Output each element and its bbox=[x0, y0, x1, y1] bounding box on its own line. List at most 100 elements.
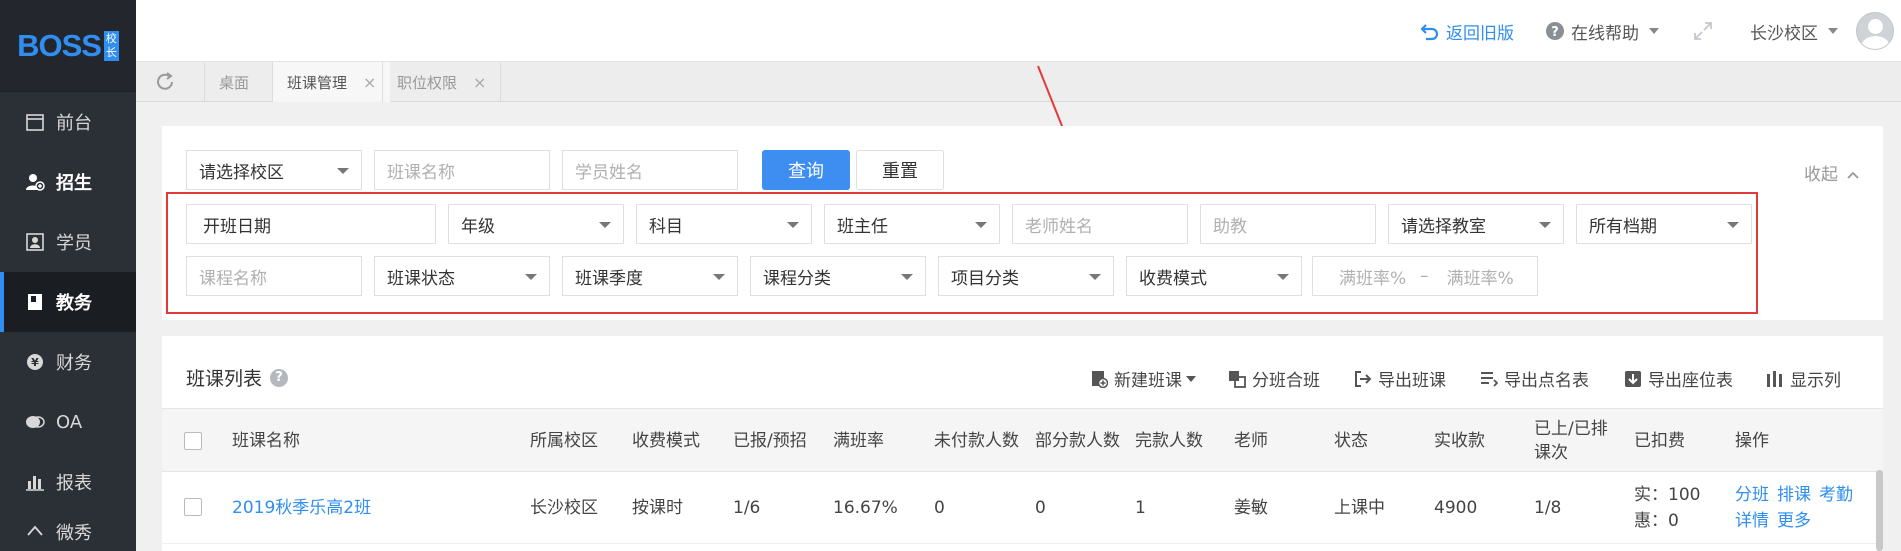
sidebar-item-reports[interactable]: 报表 bbox=[0, 452, 136, 512]
sidebar-item-frontdesk[interactable]: 前台 bbox=[0, 92, 136, 152]
start-date-picker[interactable]: 开班日期 bbox=[186, 204, 436, 244]
logo-badge: 校 长 bbox=[103, 30, 119, 61]
svg-text:?: ? bbox=[1551, 25, 1559, 40]
tab-label: 职位权限 bbox=[397, 73, 458, 92]
column-header[interactable]: 班课名称 bbox=[232, 409, 300, 473]
column-header[interactable]: 已报/预招 bbox=[733, 409, 807, 473]
subject-select[interactable]: 科目 bbox=[636, 204, 812, 244]
collapse-toggle[interactable]: 收起 bbox=[1804, 160, 1860, 185]
show-columns-button[interactable]: 显示列 bbox=[1766, 366, 1841, 391]
column-header[interactable]: 满班率 bbox=[833, 409, 884, 473]
op-more[interactable]: 更多 bbox=[1777, 508, 1811, 534]
tab-class-management[interactable]: 班课管理 × bbox=[272, 62, 391, 102]
column-header[interactable]: 未付款人数 bbox=[934, 409, 1019, 473]
chevron-down-icon bbox=[901, 274, 913, 280]
reset-button[interactable]: 重置 bbox=[856, 150, 944, 190]
campus-select[interactable]: 请选择校区 bbox=[186, 150, 362, 190]
class-status-select[interactable]: 班课状态 bbox=[374, 256, 550, 296]
campus-switcher[interactable]: 长沙校区 bbox=[1750, 0, 1838, 62]
sidebar-item-students[interactable]: 学员 bbox=[0, 212, 136, 272]
grade-select[interactable]: 年级 bbox=[448, 204, 624, 244]
class-name-placeholder: 班课名称 bbox=[387, 162, 455, 183]
sessions-cell: 1/8 bbox=[1534, 498, 1562, 518]
split-merge-label: 分班合班 bbox=[1252, 371, 1320, 391]
rate-to-input[interactable]: 满班率% bbox=[1447, 264, 1514, 289]
chevron-down-icon bbox=[1186, 375, 1196, 382]
seat-export-icon bbox=[1624, 370, 1642, 388]
fullscreen-button[interactable] bbox=[1692, 0, 1714, 62]
column-header[interactable]: 完款人数 bbox=[1135, 409, 1203, 473]
tab-desktop[interactable]: 桌面 bbox=[204, 62, 263, 102]
column-header[interactable]: 所属校区 bbox=[530, 409, 598, 473]
new-class-button[interactable]: 新建班课 bbox=[1090, 366, 1196, 391]
project-category-select[interactable]: 项目分类 bbox=[938, 256, 1114, 296]
sidebar-item-weixiu[interactable]: 微秀 bbox=[0, 512, 136, 551]
class-season-value: 班课季度 bbox=[575, 268, 643, 289]
export-class-button[interactable]: 导出班课 bbox=[1354, 366, 1446, 391]
select-all-checkbox[interactable] bbox=[184, 432, 202, 450]
user-avatar[interactable] bbox=[1856, 0, 1894, 62]
sidebar-item-academic[interactable]: 教务 bbox=[0, 272, 136, 332]
column-header[interactable]: 状态 bbox=[1334, 409, 1368, 473]
fee-mode-select[interactable]: 收费模式 bbox=[1126, 256, 1302, 296]
classroom-select[interactable]: 请选择教室 bbox=[1388, 204, 1564, 244]
schedule-select[interactable]: 所有档期 bbox=[1576, 204, 1752, 244]
tab-position-permissions[interactable]: 职位权限 × bbox=[382, 62, 502, 102]
partial-cell: 0 bbox=[1035, 498, 1046, 518]
row-checkbox[interactable] bbox=[184, 498, 202, 516]
student-name-placeholder: 学员姓名 bbox=[575, 162, 643, 183]
top-header: 返回旧版 ? 在线帮助 长沙校区 bbox=[136, 0, 1901, 62]
head-teacher-select[interactable]: 班主任 bbox=[824, 204, 1000, 244]
query-button[interactable]: 查询 bbox=[762, 150, 850, 190]
teacher-name-input[interactable]: 老师姓名 bbox=[1012, 204, 1188, 244]
export-roll-label: 导出点名表 bbox=[1504, 371, 1589, 391]
op-schedule[interactable]: 排课 bbox=[1777, 482, 1811, 508]
refresh-icon[interactable] bbox=[154, 71, 176, 93]
op-attendance[interactable]: 考勤 bbox=[1819, 482, 1853, 508]
column-header[interactable]: 已上/已排课次 bbox=[1534, 409, 1618, 473]
chevron-down-icon bbox=[1649, 28, 1659, 34]
chevron-down-icon bbox=[975, 222, 987, 228]
vertical-scrollbar[interactable] bbox=[1876, 470, 1883, 551]
op-split-class[interactable]: 分班 bbox=[1735, 482, 1769, 508]
split-merge-button[interactable]: 分班合班 bbox=[1228, 366, 1320, 391]
new-document-icon bbox=[1090, 370, 1108, 388]
course-category-select[interactable]: 课程分类 bbox=[750, 256, 926, 296]
class-name-input[interactable]: 班课名称 bbox=[374, 150, 550, 190]
help-icon[interactable]: ? bbox=[270, 368, 289, 387]
column-header[interactable]: 部分款人数 bbox=[1035, 409, 1120, 473]
close-icon[interactable]: × bbox=[473, 73, 486, 92]
class-season-select[interactable]: 班课季度 bbox=[562, 256, 738, 296]
rate-from-input[interactable]: 满班率% bbox=[1339, 264, 1406, 289]
op-details[interactable]: 详情 bbox=[1735, 508, 1769, 534]
online-help-dropdown[interactable]: ? 在线帮助 bbox=[1545, 0, 1659, 62]
yen-icon: ¥ bbox=[25, 352, 45, 372]
export-seat-button[interactable]: 导出座位表 bbox=[1624, 366, 1733, 391]
sidebar-item-finance[interactable]: ¥ 财务 bbox=[0, 332, 136, 392]
return-old-version-label: 返回旧版 bbox=[1446, 23, 1514, 44]
column-header[interactable]: 实收款 bbox=[1434, 409, 1485, 473]
sidebar-item-enroll[interactable]: 招生 bbox=[0, 152, 136, 212]
assistant-input[interactable]: 助教 bbox=[1200, 204, 1376, 244]
column-header[interactable]: 老师 bbox=[1234, 409, 1268, 473]
column-header[interactable]: 收费模式 bbox=[632, 409, 700, 473]
chevron-down-icon bbox=[713, 274, 725, 280]
logo-badge-top: 校 bbox=[105, 31, 117, 45]
collapse-label: 收起 bbox=[1804, 165, 1838, 185]
column-header[interactable]: 已扣费 bbox=[1634, 409, 1685, 473]
sidebar-item-label: 学员 bbox=[56, 233, 92, 254]
course-name-input[interactable]: 课程名称 bbox=[186, 256, 362, 296]
received-cell: 4900 bbox=[1434, 498, 1478, 518]
logo[interactable]: BOSS 校 长 bbox=[0, 0, 136, 92]
class-name-link[interactable]: 2019秋季乐高2班 bbox=[232, 472, 371, 544]
student-icon bbox=[25, 232, 45, 252]
full-rate-range: 满班率% – 满班率% bbox=[1312, 256, 1538, 296]
fee-mode-cell: 按课时 bbox=[632, 498, 683, 518]
student-name-input[interactable]: 学员姓名 bbox=[562, 150, 738, 190]
sidebar: BOSS 校 长 前台 招生 学员 教务 ¥ 财务 OA 报表 微秀 bbox=[0, 0, 136, 551]
deducted-real: 实：100 bbox=[1634, 485, 1701, 505]
close-icon[interactable]: × bbox=[363, 73, 376, 92]
sidebar-item-oa[interactable]: OA bbox=[0, 392, 136, 452]
return-old-version-link[interactable]: 返回旧版 bbox=[1420, 0, 1514, 62]
export-roll-button[interactable]: 导出点名表 bbox=[1480, 366, 1589, 391]
